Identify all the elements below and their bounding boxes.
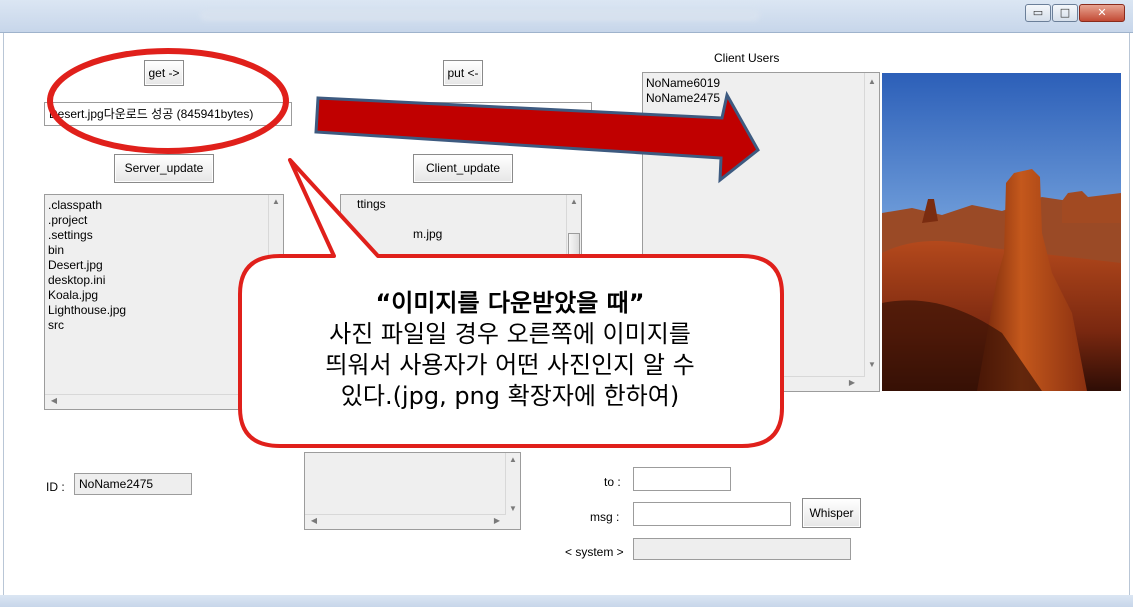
pointer-arrow-icon: [314, 90, 760, 184]
callout-line: 사진 파일일 경우 오른쪽에 이미지를: [329, 320, 691, 348]
callout-text: “이미지를 다운받았을 때” 사진 파일일 경우 오른쪽에 이미지를 띄워서 사…: [250, 288, 770, 412]
callout-headline: “이미지를 다운받았을 때”: [375, 289, 645, 317]
callout-line: 있다.(jpg, png 확장자에 한하여): [340, 382, 680, 410]
highlight-ellipse-icon: [47, 48, 289, 154]
callout-line: 띄워서 사용자가 어떤 사진인지 알 수: [325, 351, 695, 379]
